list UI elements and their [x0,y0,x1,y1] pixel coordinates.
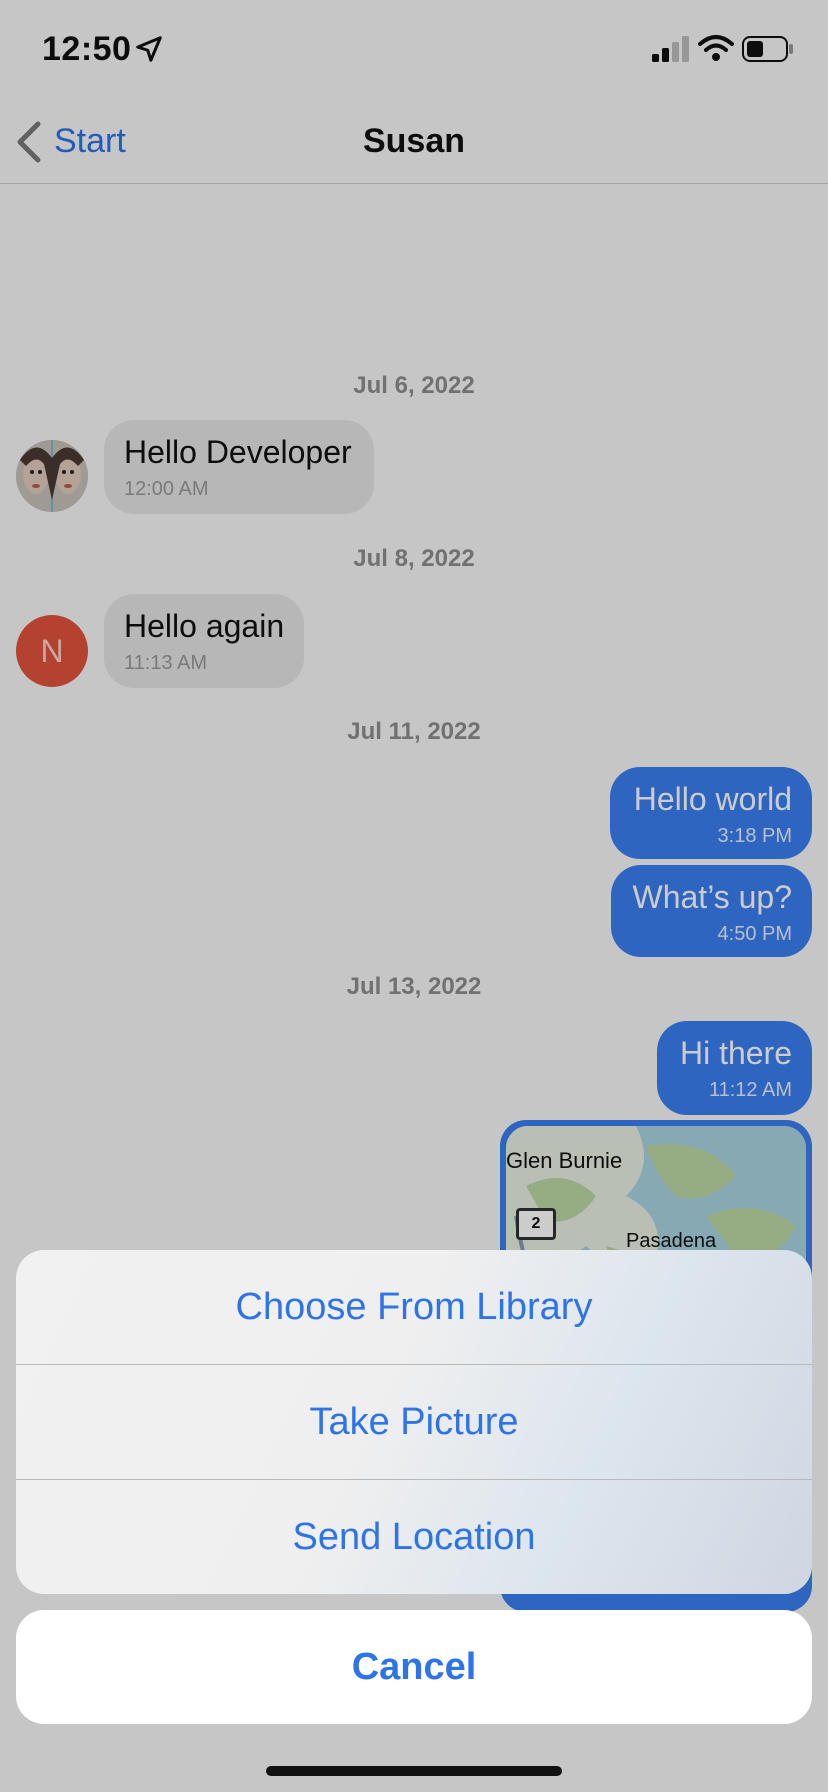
take-picture-button[interactable]: Take Picture [16,1365,812,1479]
home-indicator[interactable] [266,1766,562,1776]
send-location-button[interactable]: Send Location [16,1480,812,1594]
cancel-button[interactable]: Cancel [16,1610,812,1724]
action-sheet: Choose From Library Take Picture Send Lo… [16,1250,812,1594]
choose-from-library-button[interactable]: Choose From Library [16,1250,812,1364]
